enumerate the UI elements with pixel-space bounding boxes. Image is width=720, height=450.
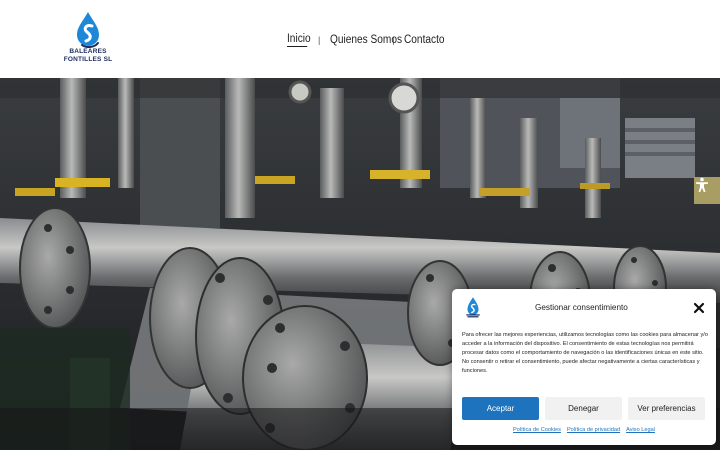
brand-name-line2: FONTILLES SL [63,56,113,63]
accessibility-person-icon [696,177,708,192]
cookie-policy-links: Política de Cookies Política de privacid… [452,427,716,433]
privacy-policy-link[interactable]: Política de privacidad [567,427,620,433]
nav-item-inicio[interactable]: Inicio [287,33,311,47]
brand-logo-small-icon [466,297,480,318]
accept-cookies-button[interactable]: Aceptar [462,397,539,420]
nav-item-quienes-somos[interactable]: Quienes Somos [330,34,402,46]
cookie-dialog-title: Gestionar consentimiento [535,303,628,312]
brand-logo[interactable]: BALEARES FONTILLES SL [48,10,128,70]
accessibility-button[interactable] [694,177,720,204]
brand-name-line1: BALEARES [69,48,107,55]
deny-cookies-button[interactable]: Denegar [545,397,622,420]
legal-notice-link[interactable]: Aviso Legal [626,427,655,433]
close-icon[interactable] [693,302,705,314]
view-preferences-button[interactable]: Ver preferencias [628,397,705,420]
main-nav: Inicio | Quienes Somos | Contacto [287,30,444,50]
nav-separator: | [318,35,321,45]
nav-item-contacto[interactable]: Contacto [404,34,445,46]
cookie-dialog-text: Para ofrecer las mejores experiencias, u… [462,332,708,374]
cookie-consent-dialog: Gestionar consentimiento Para ofrecer la… [452,289,716,445]
brand-name: BALEARES FONTILLES SL [48,48,128,64]
cookie-policy-link[interactable]: Política de Cookies [513,427,561,433]
water-drop-logo-icon [77,12,99,48]
site-header: BALEARES FONTILLES SL Inicio | Quienes S… [0,0,720,78]
